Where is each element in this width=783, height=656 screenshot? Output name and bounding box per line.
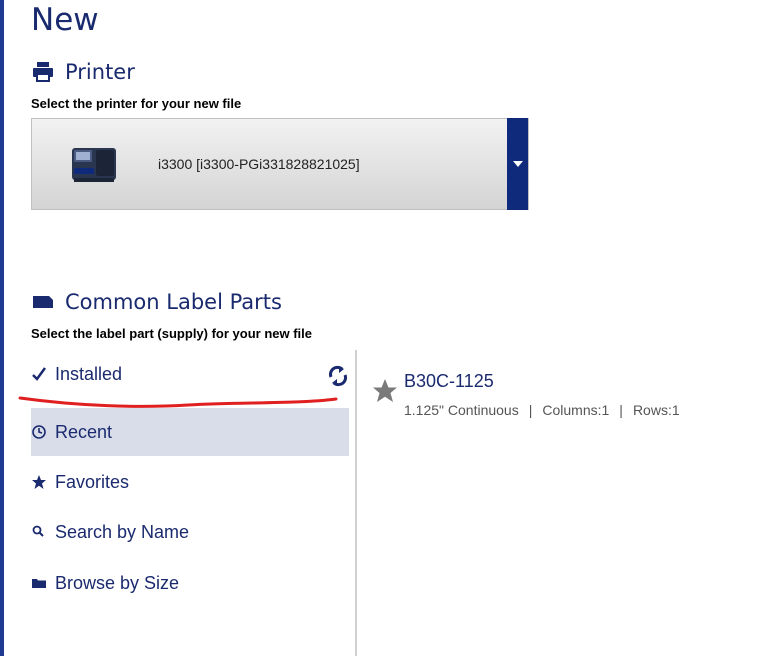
printer-dropdown[interactable]: i3300 [i3300-PGi331828821025] — [31, 118, 529, 210]
nav-search-by-name[interactable]: Search by Name — [31, 508, 349, 556]
nav-favorites-label: Favorites — [55, 471, 130, 492]
nav-search-label: Search by Name — [55, 521, 190, 542]
nav-recent-label: Recent — [55, 421, 113, 442]
folder-icon — [31, 575, 47, 591]
printer-section-label: Printer — [65, 60, 135, 84]
label-parts-instruction: Select the label part (supply) for your … — [31, 326, 312, 341]
printer-selected-name: i3300 [i3300-PGi331828821025] — [158, 156, 360, 172]
printer-dropdown-button[interactable] — [507, 118, 528, 210]
printer-instruction: Select the printer for your new file — [31, 96, 242, 111]
printer-icon — [31, 60, 55, 84]
checkmark-icon — [31, 366, 47, 382]
favorite-star-icon[interactable] — [372, 378, 398, 404]
nav-browse-by-size[interactable]: Browse by Size — [31, 559, 349, 607]
part-name-b30c-1125[interactable]: B30C-1125 — [404, 371, 494, 392]
page-title: New — [31, 2, 99, 38]
label-parts-section-label: Common Label Parts — [65, 290, 282, 314]
label-icon — [31, 290, 55, 314]
window-left-edge — [0, 0, 4, 656]
nav-installed-label: Installed — [55, 363, 123, 384]
nav-installed[interactable]: Installed — [31, 350, 349, 398]
nav-browse-label: Browse by Size — [55, 572, 180, 593]
nav-favorites[interactable]: Favorites — [31, 458, 349, 506]
search-icon — [31, 524, 47, 540]
star-icon — [31, 474, 47, 490]
printer-section-title: Printer — [31, 60, 135, 84]
label-parts-section-title: Common Label Parts — [31, 290, 282, 314]
part-details: 1.125" Continuous | Columns:1 | Rows:1 — [404, 402, 680, 418]
panel-divider — [355, 350, 357, 656]
clock-icon — [31, 424, 47, 440]
printer-device-image — [68, 138, 120, 190]
refresh-icon[interactable] — [326, 364, 350, 388]
chevron-down-icon — [512, 161, 523, 167]
nav-recent[interactable]: Recent — [31, 408, 349, 456]
part-rows: Rows:1 — [632, 402, 680, 418]
part-columns: Columns:1 — [542, 402, 610, 418]
part-size: 1.125" Continuous — [404, 402, 519, 418]
